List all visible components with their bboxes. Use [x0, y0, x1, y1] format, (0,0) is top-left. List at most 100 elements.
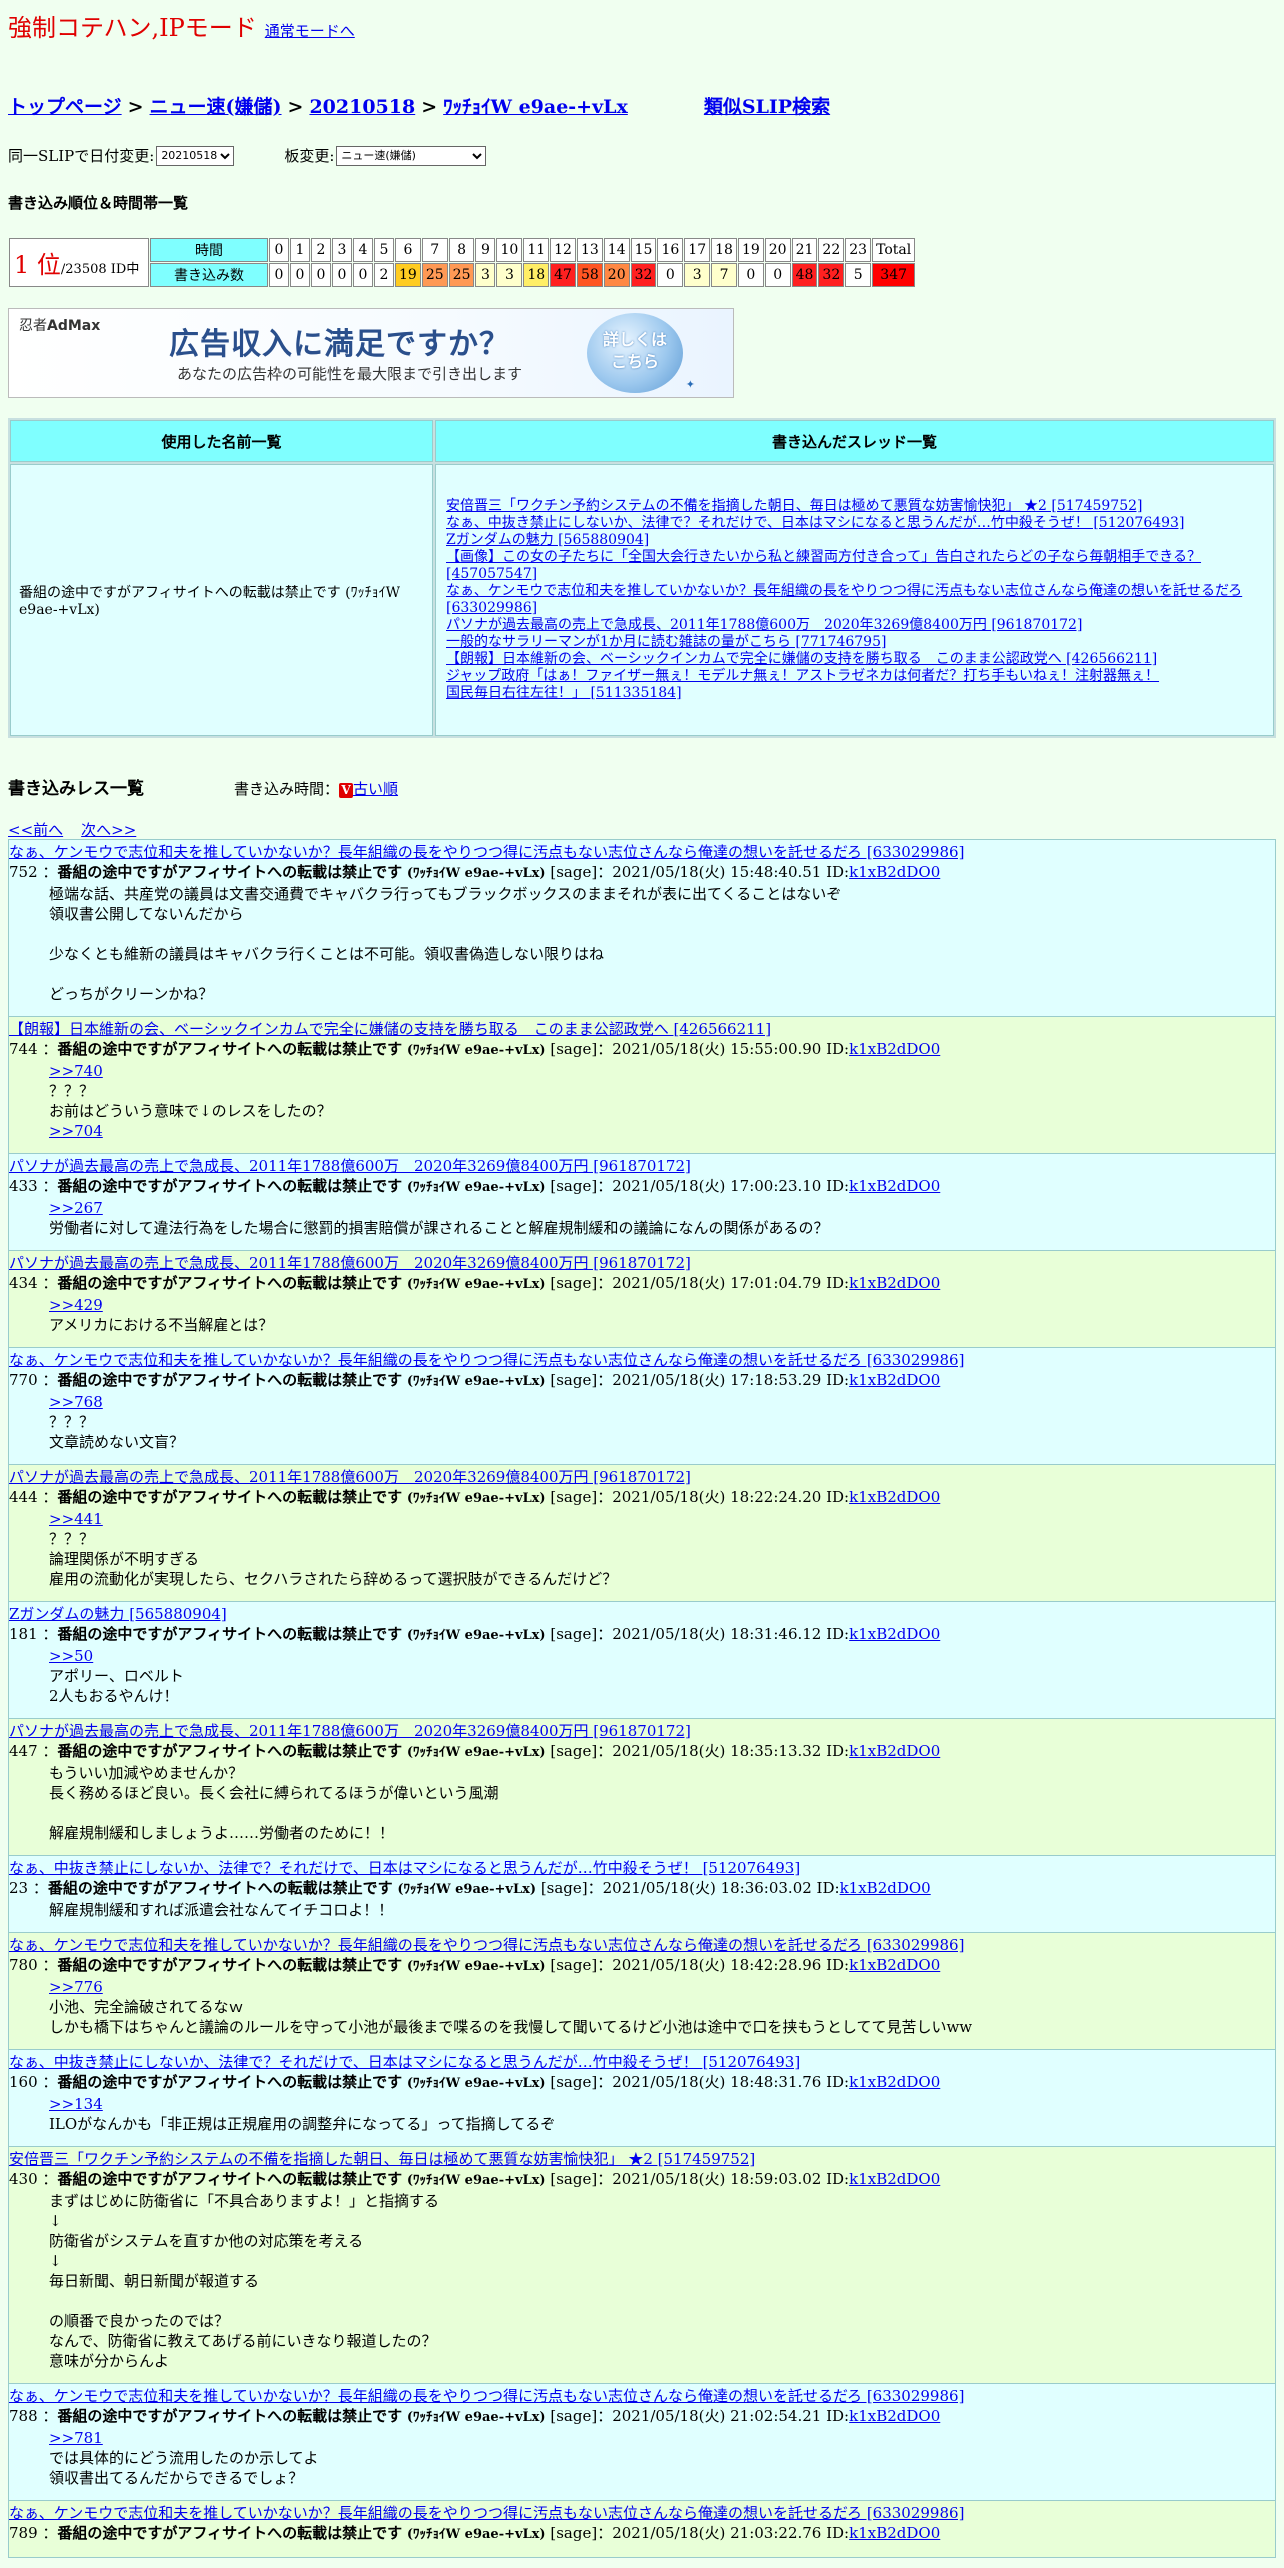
reply-anchor-link[interactable]: >>50	[49, 1646, 1275, 1666]
thread-link[interactable]: 【朗報】日本維新の会、ベーシックインカムで完全に嫌儲の支持を勝ち取る このまま公…	[446, 651, 1263, 668]
thread-link[interactable]: 一般的なサラリーマンが1か月に読む雑誌の量がこちら [771746795]	[446, 634, 1263, 651]
post-mail: [sage]	[550, 1488, 598, 1506]
count-cell: 0	[764, 263, 791, 287]
hour-cell: 20	[764, 238, 791, 262]
post-date: ：2021/05/18(火) 17:01:04.79 ID:	[597, 1274, 850, 1292]
thread-link[interactable]: 安倍晋三「ワクチン予約システムの不備を指摘した朝日、毎日は極めて悪質な妨害愉快犯…	[446, 498, 1263, 515]
sort-oldest-link[interactable]: 古い順	[353, 780, 398, 798]
post-thread-link[interactable]: Zガンダムの魅力 [565880904]	[9, 1604, 1275, 1624]
post: なぁ、ケンモウで志位和夫を推していかないか？長年組織の長をやりつつ得に汚点もない…	[8, 2383, 1276, 2501]
post-thread-link[interactable]: パソナが過去最高の売上で急成長、2011年1788億600万 2020年3269…	[9, 1156, 1275, 1176]
thread-link[interactable]: パソナが過去最高の売上で急成長、2011年1788億600万 2020年3269…	[446, 617, 1263, 634]
date-select[interactable]: 20210518	[156, 145, 235, 166]
post-thread-link[interactable]: パソナが過去最高の売上で急成長、2011年1788億600万 2020年3269…	[9, 1467, 1275, 1487]
hour-cell: 2	[311, 238, 331, 262]
post-thread-link[interactable]: なぁ、ケンモウで志位和夫を推していかないか？長年組織の長をやりつつ得に汚点もない…	[9, 2503, 1275, 2523]
thread-link[interactable]: なぁ、ケンモウで志位和夫を推していかないか？長年組織の長をやりつつ得に汚点もない…	[446, 583, 1263, 617]
post-id-link[interactable]: k1xB2dDO0	[849, 2073, 940, 2091]
count-cell: 0	[657, 263, 684, 287]
rank-cell: 1 位/23508 ID中	[9, 238, 149, 287]
post-date: ：2021/05/18(火) 18:36:03.02 ID:	[587, 1879, 840, 1897]
post-mail: [sage]	[550, 2524, 598, 2542]
post-name: 番組の途中ですがアフィサイトへの転載は禁止です	[47, 1879, 393, 1897]
rank-total: /23508 ID中	[60, 262, 140, 277]
post-thread-link[interactable]: なぁ、中抜き禁止にしないか、法律で？それだけで、日本はマシになると思うんだが…竹…	[9, 1858, 1275, 1878]
post-id-link[interactable]: k1xB2dDO0	[849, 1625, 940, 1643]
count-cell: 18	[523, 263, 550, 287]
post-body: 解雇規制緩和すれば派遣会社なんてイチコロよ！！	[49, 1900, 1275, 1920]
post-meta: 780 ：番組の途中ですがアフィサイトへの転載は禁止です (ﾜｯﾁｮｲW e9a…	[9, 1956, 941, 1974]
post-name: 番組の途中ですがアフィサイトへの転載は禁止です	[57, 1040, 403, 1058]
post-date: ：2021/05/18(火) 18:42:28.96 ID:	[597, 1956, 850, 1974]
post-thread-link[interactable]: 【朗報】日本維新の会、ベーシックインカムで完全に嫌儲の支持を勝ち取る このまま公…	[9, 1019, 1275, 1039]
post-thread-link[interactable]: なぁ、ケンモウで志位和夫を推していかないか？長年組織の長をやりつつ得に汚点もない…	[9, 2386, 1275, 2406]
reply-anchor-link[interactable]: >>441	[49, 1509, 1275, 1529]
reply-anchor-link[interactable]: >>740	[49, 1061, 1275, 1081]
thread-link[interactable]: 国民毎日右往左往！」 [511335184]	[446, 685, 1263, 702]
reply-anchor-link[interactable]: >>267	[49, 1198, 1275, 1218]
post-thread-link[interactable]: なぁ、ケンモウで志位和夫を推していかないか？長年組織の長をやりつつ得に汚点もない…	[9, 1935, 1275, 1955]
count-cell: 0	[290, 263, 310, 287]
post-id-link[interactable]: k1xB2dDO0	[849, 1177, 940, 1195]
thread-link[interactable]: なぁ、中抜き禁止にしないか、法律で？それだけで、日本はマシになると思うんだが…竹…	[446, 515, 1263, 532]
post-date: ：2021/05/18(火) 18:22:24.20 ID:	[597, 1488, 850, 1506]
post-id-link[interactable]: k1xB2dDO0	[849, 1956, 940, 1974]
post-id-link[interactable]: k1xB2dDO0	[849, 1742, 940, 1760]
reply-anchor-link[interactable]: >>781	[49, 2428, 1275, 2448]
next-page-link[interactable]: 次へ>>	[81, 821, 136, 839]
order-control: 書き込み時間： V 古い順	[234, 780, 399, 798]
ranking-table-wrap: 1 位/23508 ID中 時間 0 1 2 3 4 5 6 7 8 9 10 11 12 13 14 15 1…	[8, 237, 1276, 288]
post-name: 番組の途中ですがアフィサイトへの転載は禁止です	[57, 1742, 403, 1760]
post-id-link[interactable]: k1xB2dDO0	[849, 863, 940, 881]
post-text: アメリカにおける不当解雇とは？	[49, 1316, 274, 1334]
count-cell: 347	[872, 263, 916, 287]
board-select[interactable]: ニュー速(嫌儲)	[336, 145, 487, 166]
prev-page-link[interactable]: <<前へ	[8, 821, 63, 839]
post-thread-link[interactable]: パソナが過去最高の売上で急成長、2011年1788億600万 2020年3269…	[9, 1253, 1275, 1273]
post-id-link[interactable]: k1xB2dDO0	[849, 1488, 940, 1506]
breadcrumb-board[interactable]: ニュー速(嫌儲)	[150, 96, 282, 118]
post-thread-link[interactable]: パソナが過去最高の売上で急成長、2011年1788億600万 2020年3269…	[9, 1721, 1275, 1741]
post-id-link[interactable]: k1xB2dDO0	[849, 2170, 940, 2188]
hour-cell: 12	[550, 238, 576, 262]
similar-slip-search-link[interactable]: 類似SLIP検索	[704, 92, 830, 119]
reply-anchor-link[interactable]: >>768	[49, 1392, 1275, 1412]
post-id-link[interactable]: k1xB2dDO0	[840, 1879, 931, 1897]
reply-anchor-link[interactable]: >>776	[49, 1977, 1275, 1997]
post-id-link[interactable]: k1xB2dDO0	[849, 1371, 940, 1389]
post-id-link[interactable]: k1xB2dDO0	[849, 2407, 940, 2425]
post-mail: [sage]	[550, 1956, 598, 1974]
post-thread-link[interactable]: なぁ、中抜き禁止にしないか、法律で？それだけで、日本はマシになると思うんだが…竹…	[9, 2052, 1275, 2072]
post-mail: [sage]	[550, 2073, 598, 2091]
post-mail: [sage]	[540, 1879, 588, 1897]
post-name: 番組の途中ですがアフィサイトへの転載は禁止です	[57, 2170, 403, 2188]
post-date: ：2021/05/18(火) 15:55:00.90 ID:	[597, 1040, 850, 1058]
ad-banner[interactable]: 忍者AdMax 広告収入に満足ですか？ あなたの広告枠の可能性を最大限まで引き出…	[8, 308, 734, 398]
reply-anchor-link[interactable]: >>704	[49, 1121, 1275, 1141]
thread-link[interactable]: ジャップ政府「はぁ！ファイザー無ぇ！モデルナ無ぇ！アストラゼネカは何者だ？打ち手…	[446, 668, 1263, 685]
ad-details-button[interactable]: 詳しくは こちら	[587, 313, 683, 393]
post-thread-link[interactable]: なぁ、ケンモウで志位和夫を推していかないか？長年組織の長をやりつつ得に汚点もない…	[9, 842, 1275, 862]
reply-anchor-link[interactable]: >>429	[49, 1295, 1275, 1315]
post-name: 番組の途中ですがアフィサイトへの転載は禁止です	[57, 1371, 403, 1389]
post-id-link[interactable]: k1xB2dDO0	[849, 1274, 940, 1292]
thread-link[interactable]: 【画像】この女の子たちに「全国大会行きたいから私と練習両方付き合って」告白された…	[446, 549, 1263, 583]
breadcrumb-slip[interactable]: ﾜｯﾁｮｲW e9ae-+vLx	[443, 96, 628, 118]
count-cell: 25	[421, 263, 448, 287]
normal-mode-link[interactable]: 通常モードへ	[265, 20, 355, 41]
count-cell: 58	[576, 263, 603, 287]
post-id-link[interactable]: k1xB2dDO0	[849, 2524, 940, 2542]
post-body: >>768？？？ 文章読めない文盲？	[49, 1392, 1275, 1452]
thread-link[interactable]: Zガンダムの魅力 [565880904]	[446, 532, 1263, 549]
breadcrumb-top[interactable]: トップページ	[8, 96, 122, 118]
responses-title: 書き込みレス一覧	[8, 779, 144, 799]
post-thread-link[interactable]: 安倍晋三「ワクチン予約システムの不備を指摘した朝日、毎日は極めて悪質な妨害愉快犯…	[9, 2149, 1275, 2169]
post-text: アポリー、ロベルト 2人もおるやんけ！	[49, 1667, 184, 1705]
post-id-link[interactable]: k1xB2dDO0	[849, 1040, 940, 1058]
breadcrumb-date[interactable]: 20210518	[309, 96, 415, 118]
post-slip: (ﾜｯﾁｮｲW e9ae-+vLx)	[406, 1180, 546, 1195]
post-thread-link[interactable]: なぁ、ケンモウで志位和夫を推していかないか？長年組織の長をやりつつ得に汚点もない…	[9, 1350, 1275, 1370]
post-text: ？？？ 文章読めない文盲？	[49, 1413, 185, 1451]
reply-anchor-link[interactable]: >>134	[49, 2094, 1275, 2114]
post-mail: [sage]	[550, 1625, 598, 1643]
